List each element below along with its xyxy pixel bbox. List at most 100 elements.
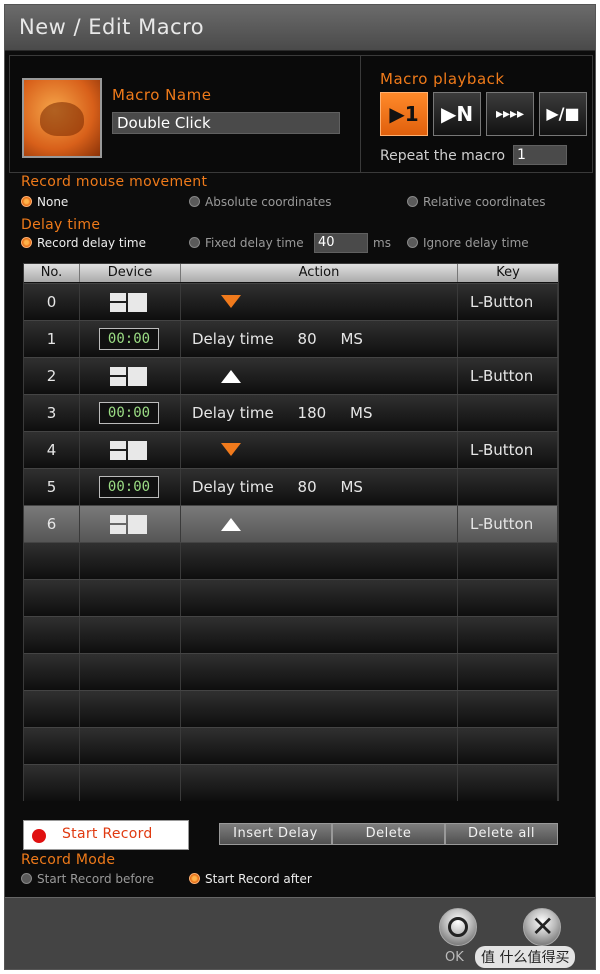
cell-device xyxy=(80,580,181,616)
cell-no: 0 xyxy=(24,284,80,320)
radio-ignore-delay[interactable]: Ignore delay time xyxy=(407,236,529,250)
delay-label: Delay time xyxy=(192,478,274,496)
fixed-delay-input[interactable]: 40 xyxy=(314,233,368,253)
table-row[interactable]: 5 00:00 Delay time 80 MS xyxy=(24,468,558,505)
repeat-count-input[interactable]: 1 xyxy=(513,145,567,165)
play-once-button[interactable]: ▶1 xyxy=(380,92,428,136)
header-action[interactable]: Action xyxy=(181,264,458,282)
divider xyxy=(360,56,361,172)
table-row[interactable]: 6 L-Button xyxy=(24,505,558,542)
cell-no: 2 xyxy=(24,358,80,394)
cell-action xyxy=(181,580,458,616)
cell-no: 5 xyxy=(24,469,80,505)
header-device[interactable]: Device xyxy=(80,264,181,282)
radio-absolute-coordinates[interactable]: Absolute coordinates xyxy=(189,195,332,209)
mouse-up-icon xyxy=(221,518,241,531)
cell-device xyxy=(80,765,181,801)
cell-action xyxy=(181,358,458,394)
table-row[interactable]: 3 00:00 Delay time 180 MS xyxy=(24,394,558,431)
cell-no xyxy=(24,580,80,616)
radio-relative-coordinates[interactable]: Relative coordinates xyxy=(407,195,545,209)
empty-row[interactable] xyxy=(24,727,558,764)
cell-device: 00:00 xyxy=(80,321,181,357)
empty-row[interactable] xyxy=(24,579,558,616)
delay-action: Delay time 180 MS xyxy=(192,395,372,431)
empty-row[interactable] xyxy=(24,690,558,727)
cell-key xyxy=(458,654,558,690)
radio-label: None xyxy=(37,195,69,209)
mouse-up-icon xyxy=(221,370,241,383)
cell-no: 6 xyxy=(24,506,80,542)
radio-dot-icon xyxy=(21,196,32,207)
radio-dot-icon xyxy=(407,196,418,207)
cell-key xyxy=(458,728,558,764)
play-loop-icon: ▸▸▸▸ xyxy=(495,106,525,122)
timer-device-icon: 00:00 xyxy=(99,476,159,498)
macro-editor-window: New / Edit Macro Macro Name Double Click… xyxy=(4,4,596,970)
macro-playback-label: Macro playback xyxy=(380,70,505,88)
empty-row[interactable] xyxy=(24,542,558,579)
play-n-times-button[interactable]: ▶N xyxy=(433,92,481,136)
cell-no xyxy=(24,728,80,764)
cell-key xyxy=(458,469,558,505)
cell-device: 00:00 xyxy=(80,395,181,431)
empty-row[interactable] xyxy=(24,653,558,690)
cell-key xyxy=(458,580,558,616)
play-stop-button[interactable]: ▶/■ xyxy=(539,92,587,136)
cell-action: Delay time 80 MS xyxy=(181,321,458,357)
macro-header-panel: Macro Name Double Click Macro playback ▶… xyxy=(9,55,593,173)
radio-start-record-after[interactable]: Start Record after xyxy=(189,872,312,886)
table-row[interactable]: 1 00:00 Delay time 80 MS xyxy=(24,320,558,357)
cell-action xyxy=(181,284,458,320)
radio-label: Relative coordinates xyxy=(423,195,546,209)
cell-no: 1 xyxy=(24,321,80,357)
timer-device-icon: 00:00 xyxy=(99,402,159,424)
window-title: New / Edit Macro xyxy=(19,15,205,39)
empty-row[interactable] xyxy=(24,764,558,801)
mouse-device-icon xyxy=(110,441,147,460)
play-stop-icon: ▶/■ xyxy=(546,104,580,123)
radio-start-record-before[interactable]: Start Record before xyxy=(21,872,154,886)
cell-no xyxy=(24,691,80,727)
cell-action xyxy=(181,765,458,801)
table-row[interactable]: 4 L-Button xyxy=(24,431,558,468)
radio-fixed-delay[interactable]: Fixed delay time xyxy=(189,236,304,250)
delete-all-button[interactable]: Delete all xyxy=(445,823,558,845)
cell-no: 4 xyxy=(24,432,80,468)
macro-name-input[interactable]: Double Click xyxy=(112,112,340,134)
cell-key: L-Button xyxy=(458,506,558,542)
start-record-button[interactable]: Start Record xyxy=(23,820,189,850)
delete-button[interactable]: Delete xyxy=(332,823,445,845)
cell-key xyxy=(458,617,558,653)
macro-image[interactable] xyxy=(22,78,102,158)
cell-device xyxy=(80,358,181,394)
table-row[interactable]: 0 L-Button xyxy=(24,283,558,320)
title-bar: New / Edit Macro xyxy=(5,5,595,51)
delay-label: Delay time xyxy=(192,330,274,348)
macro-name-label: Macro Name xyxy=(112,86,212,104)
timer-device-icon: 00:00 xyxy=(99,328,159,350)
cell-device xyxy=(80,728,181,764)
cell-device xyxy=(80,432,181,468)
radio-label: Start Record before xyxy=(37,872,155,886)
header-no[interactable]: No. xyxy=(24,264,80,282)
radio-dot-icon xyxy=(21,237,32,248)
ok-button[interactable] xyxy=(439,908,477,946)
play-n-times-icon: ▶N xyxy=(440,102,474,126)
repeat-macro-label: Repeat the macro xyxy=(380,148,506,164)
table-row[interactable]: 2 L-Button xyxy=(24,357,558,394)
delay-action: Delay time 80 MS xyxy=(192,469,363,505)
play-loop-button[interactable]: ▸▸▸▸ xyxy=(486,92,534,136)
cell-key xyxy=(458,543,558,579)
cell-device xyxy=(80,617,181,653)
start-record-label: Start Record xyxy=(62,826,153,842)
empty-row[interactable] xyxy=(24,616,558,653)
cell-key: L-Button xyxy=(458,432,558,468)
cell-action xyxy=(181,728,458,764)
header-key[interactable]: Key xyxy=(458,264,558,282)
cancel-button[interactable]: ✕ xyxy=(523,908,561,946)
insert-delay-button[interactable]: Insert Delay xyxy=(219,823,332,845)
radio-none[interactable]: None xyxy=(21,195,68,209)
radio-record-delay[interactable]: Record delay time xyxy=(21,236,146,250)
cell-device xyxy=(80,654,181,690)
